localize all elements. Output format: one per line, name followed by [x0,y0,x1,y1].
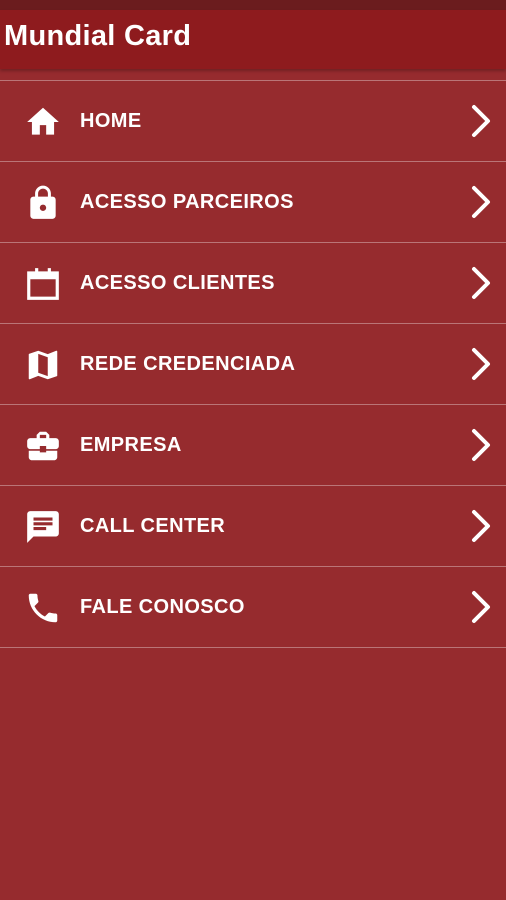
home-icon [24,103,62,141]
app-bar: Mundial Card [0,10,506,69]
menu-item-label: CALL CENTER [80,515,226,537]
calendar-icon [24,265,62,303]
status-bar [0,0,506,10]
chevron-right-icon [470,590,494,624]
menu-item-acesso-parceiros[interactable]: ACESSO PARCEIROS [0,162,506,243]
menu-item-label: FALE CONOSCO [80,596,245,618]
menu-item-label: HOME [80,110,142,132]
menu-item-empresa[interactable]: EMPRESA [0,405,506,486]
chevron-right-icon [470,185,494,219]
briefcase-icon [24,427,62,465]
menu-item-acesso-clientes[interactable]: ACESSO CLIENTES [0,243,506,324]
menu-item-label: EMPRESA [80,434,182,456]
app-title: Mundial Card [4,20,192,52]
menu-item-label: REDE CREDENCIADA [80,353,296,375]
menu-item-label: ACESSO CLIENTES [80,272,275,294]
lock-icon [24,184,62,222]
chevron-right-icon [470,509,494,543]
chevron-right-icon [470,266,494,300]
chat-icon [24,508,62,546]
phone-icon [24,589,62,627]
menu-item-label: ACESSO PARCEIROS [80,191,294,213]
menu-item-rede-credenciada[interactable]: REDE CREDENCIADA [0,324,506,405]
menu-item-fale-conosco[interactable]: FALE CONOSCO [0,567,506,648]
chevron-right-icon [470,347,494,381]
menu-item-home[interactable]: HOME [0,81,506,162]
map-icon [24,346,62,384]
menu-item-call-center[interactable]: CALL CENTER [0,486,506,567]
chevron-right-icon [470,104,494,138]
chevron-right-icon [470,428,494,462]
navigation-menu: HOME ACESSO PARCEIROS ACESSO CLIENTES RE… [0,80,506,648]
